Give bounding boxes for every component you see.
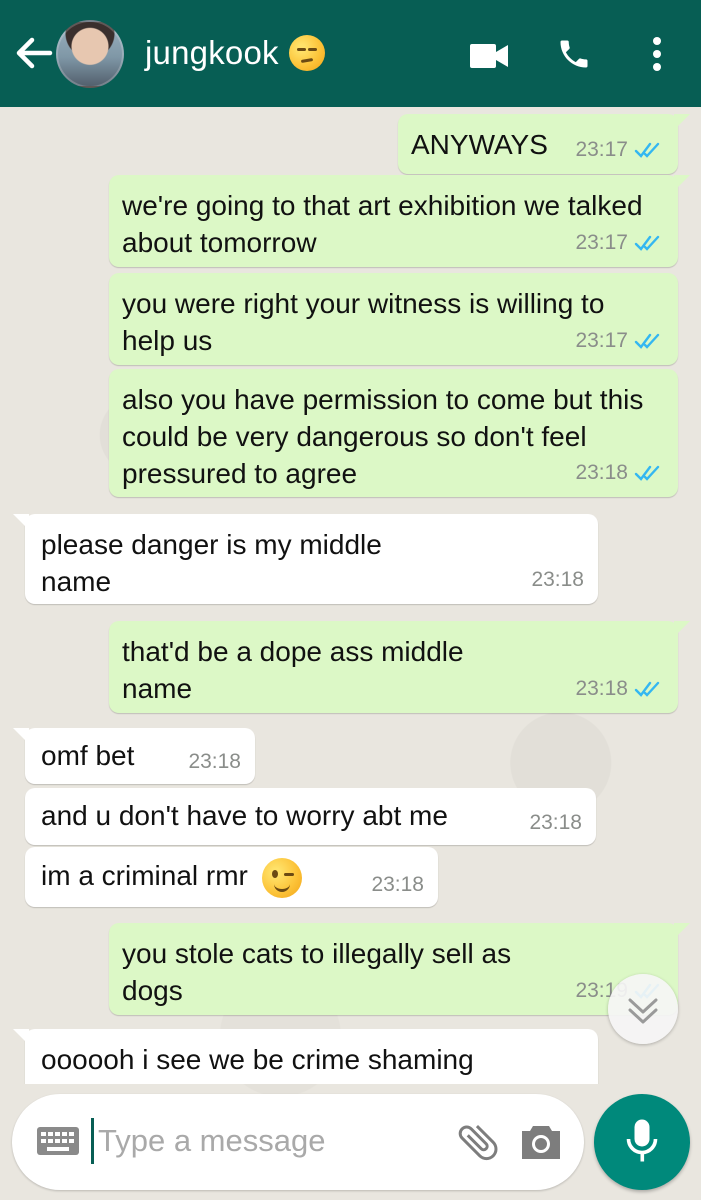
- message-time: 23:18: [575, 677, 628, 700]
- camera-icon: [522, 1126, 560, 1159]
- message-text: you stole cats to illegally sell as dogs: [122, 938, 519, 1006]
- message-time: 23:17: [575, 138, 628, 161]
- double-check-read-icon: [634, 681, 660, 697]
- message-text: you were right your witness is willing t…: [122, 288, 613, 356]
- message-text: im a criminal rmr: [41, 860, 248, 891]
- message-incoming[interactable]: im a criminal rmr 23:18: [25, 847, 438, 907]
- message-time: 23:18: [188, 750, 241, 773]
- phone-icon: [560, 40, 588, 68]
- message-outgoing[interactable]: also you have permission to come but thi…: [109, 369, 678, 497]
- message-time: 23:17: [575, 329, 628, 352]
- message-outgoing[interactable]: you stole cats to illegally sell as dogs…: [109, 923, 690, 1015]
- keyboard-toggle-button[interactable]: [36, 1126, 80, 1161]
- back-button[interactable]: [14, 32, 54, 74]
- video-camera-icon: [470, 44, 508, 68]
- message-incoming[interactable]: and u don't have to worry abt me 23:18: [25, 788, 596, 845]
- message-outgoing[interactable]: you were right your witness is willing t…: [109, 273, 678, 365]
- message-input[interactable]: [98, 1116, 438, 1166]
- paperclip-icon: [458, 1125, 498, 1161]
- message-outgoing[interactable]: we're going to that art exhibition we ta…: [109, 175, 690, 267]
- message-incoming[interactable]: please danger is my middle name 23:18: [13, 514, 598, 604]
- contact-name: jungkook: [145, 34, 279, 71]
- message-text: please danger is my middle name: [41, 529, 390, 597]
- chat-header: jungkook: [0, 0, 701, 107]
- double-check-read-icon: [634, 235, 660, 251]
- camera-button[interactable]: [520, 1124, 562, 1165]
- winking-face-emoji: [261, 857, 302, 898]
- message-text: omf bet: [41, 740, 135, 771]
- voice-call-button[interactable]: [556, 36, 592, 77]
- message-text: we're going to that art exhibition we ta…: [122, 190, 651, 258]
- contact-title[interactable]: jungkook: [145, 34, 325, 72]
- chevron-double-down-icon: [628, 998, 658, 1024]
- unamused-face-emoji: [288, 35, 325, 71]
- message-outgoing[interactable]: ANYWAYS 23:17: [398, 114, 690, 174]
- voice-record-button[interactable]: [594, 1094, 690, 1190]
- message-text: oooooh i see we be crime shaming: [41, 1044, 474, 1075]
- arrow-left-icon: [16, 37, 53, 69]
- message-incoming[interactable]: omf bet 23:18: [13, 728, 255, 784]
- keyboard-icon: [37, 1127, 79, 1155]
- double-check-read-icon: [634, 465, 660, 481]
- attach-button[interactable]: [454, 1118, 502, 1171]
- more-vertical-icon: [653, 37, 661, 71]
- message-incoming[interactable]: oooooh i see we be crime shaming: [13, 1029, 598, 1084]
- scroll-to-bottom-button[interactable]: [608, 974, 678, 1044]
- double-check-read-icon: [634, 333, 660, 349]
- double-check-read-icon: [634, 142, 660, 158]
- message-text: ANYWAYS: [411, 129, 548, 160]
- chat-messages[interactable]: ANYWAYS 23:17 we're going to that art ex…: [0, 107, 701, 1084]
- message-outgoing[interactable]: that'd be a dope ass middle name 23:18: [109, 621, 690, 713]
- contact-avatar[interactable]: [56, 20, 124, 88]
- message-text: that'd be a dope ass middle name: [122, 636, 472, 704]
- overflow-menu-button[interactable]: [650, 36, 664, 77]
- message-time: 23:18: [575, 461, 628, 484]
- microphone-icon: [626, 1119, 658, 1162]
- message-time: 23:18: [529, 811, 582, 834]
- message-time: 23:18: [371, 873, 424, 896]
- message-time: 23:18: [531, 568, 584, 591]
- video-call-button[interactable]: [470, 44, 508, 73]
- message-text: also you have permission to come but thi…: [122, 384, 652, 489]
- message-text: and u don't have to worry abt me: [41, 800, 448, 831]
- message-compose-bar: [12, 1094, 584, 1190]
- message-time: 23:17: [575, 231, 628, 254]
- text-cursor: [91, 1118, 94, 1164]
